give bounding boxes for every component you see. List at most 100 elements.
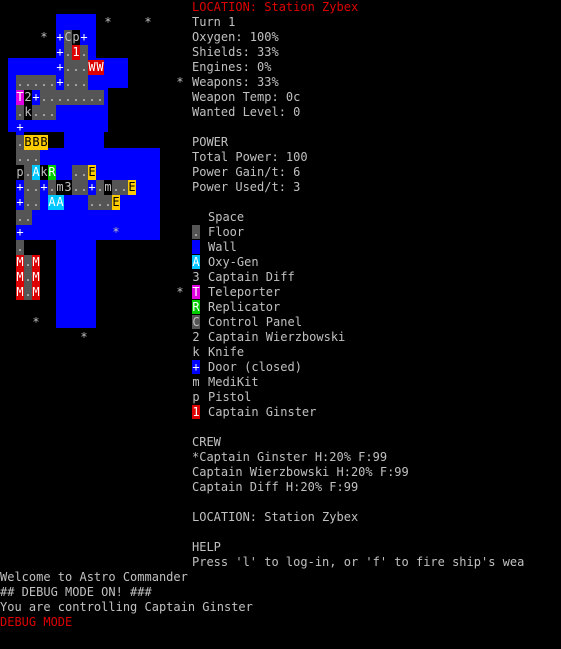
door-icon[interactable]: + (32, 90, 40, 105)
door-icon[interactable]: + (16, 180, 24, 195)
legend-label: MediKit (208, 375, 259, 389)
legend-label: Door (closed) (208, 360, 302, 374)
legend-label: Wall (208, 240, 237, 254)
floor-tile: . (24, 270, 32, 285)
floor-tile: . (72, 165, 80, 180)
replicator-icon: R (192, 300, 200, 314)
captain-wierzbowski-icon: 2 (192, 330, 200, 344)
floor-tile: . (112, 180, 120, 195)
log-line-debug-on: ## DEBUG MODE ON! ### (0, 585, 152, 599)
captain-wierzbowski-icon: 2 (24, 90, 32, 105)
crew-entry-wierzbowski[interactable]: Captain Wierzbowski H:20% F:99 (192, 465, 409, 480)
oxy-gen-icon: A (48, 195, 56, 210)
legend-row: + Door (closed) (192, 360, 302, 375)
door-icon[interactable]: + (16, 225, 24, 240)
floor-tile: . (16, 135, 24, 150)
floor-tile: . (72, 180, 80, 195)
medbay-icon: M (16, 255, 24, 270)
legend-row: 1 Captain Ginster (192, 405, 316, 420)
floor-tile: . (40, 75, 48, 90)
engines-stat: Engines: 0% (192, 60, 272, 74)
total-power-stat: Total Power: 100 (192, 150, 308, 164)
bridge-icon: B (32, 135, 40, 150)
pistol-icon: p (16, 165, 24, 180)
knife-icon: k (192, 345, 200, 359)
legend-row: . Floor (192, 225, 244, 240)
door-icon[interactable]: + (56, 45, 64, 60)
door-icon[interactable]: + (56, 75, 64, 90)
floor-tile: . (64, 60, 72, 75)
turn-counter: Turn 1 (192, 15, 236, 29)
bridge-icon: B (24, 135, 32, 150)
medbay-icon: M (16, 285, 24, 300)
floor-tile: . (40, 90, 48, 105)
floor-tile: . (48, 180, 56, 195)
floor-tile: . (64, 90, 72, 105)
power-used-stat: Power Used/t: 3 (192, 180, 301, 194)
oxygen-stat: Oxygen: 100% (192, 30, 279, 44)
floor-tile: . (104, 195, 112, 210)
crew-entry-ginster[interactable]: *Captain Ginster H:20% F:99 (192, 450, 387, 465)
door-icon[interactable]: + (16, 120, 24, 135)
floor-tile: . (16, 210, 24, 225)
star-icon: * (176, 285, 184, 299)
medikit-icon: m (104, 180, 112, 195)
floor-tile: . (32, 150, 40, 165)
bridge-icon: B (40, 135, 48, 150)
medikit-icon: m (56, 180, 64, 195)
floor-tile: . (24, 285, 32, 300)
floor-tile: . (16, 240, 24, 255)
floor-tile: . (80, 90, 88, 105)
legend-label: Oxy-Gen (208, 255, 259, 269)
wanted-level-stat: Wanted Level: 0 (192, 105, 301, 119)
floor-tile: . (80, 165, 88, 180)
door-icon[interactable]: + (40, 180, 48, 195)
floor-tile: . (64, 45, 72, 60)
weapon-temp-stat: Weapon Temp: 0c (192, 90, 301, 104)
crew-entry-diff[interactable]: Captain Diff H:20% F:99 (192, 480, 358, 495)
power-gain-stat: Power Gain/t: 6 (192, 165, 301, 179)
floor-tile: . (24, 180, 32, 195)
space-icon (192, 210, 200, 224)
floor-tile: . (16, 105, 24, 120)
legend-row: m MediKit (192, 375, 259, 390)
door-icon[interactable]: + (80, 30, 88, 45)
help-text: Press 'l' to log-in, or 'f' to fire ship… (192, 555, 525, 569)
floor-tile: . (88, 195, 96, 210)
captain-ginster-icon: 1 (192, 405, 200, 419)
legend-label: Captain Ginster (208, 405, 317, 419)
floor-icon: . (192, 225, 200, 239)
log-line-debug-mode: DEBUG MODE (0, 615, 73, 629)
door-icon[interactable]: + (56, 60, 64, 75)
floor-tile: . (24, 255, 32, 270)
legend-label: Teleporter (208, 285, 281, 299)
floor-tile: . (72, 75, 80, 90)
floor-tile: . (16, 150, 24, 165)
oxy-gen-icon: A (56, 195, 64, 210)
star-icon: * (32, 315, 40, 329)
floor-tile: . (56, 90, 64, 105)
floor-tile: . (96, 195, 104, 210)
floor-tile: . (24, 75, 32, 90)
pistol-icon: p (72, 30, 80, 45)
knife-icon: k (40, 165, 48, 180)
shields-stat: Shields: 33% (192, 45, 279, 59)
station-map[interactable]: *********+Cp++.1.+...WW.....+...T2+.....… (0, 0, 185, 345)
floor-tile: . (80, 45, 88, 60)
floor-tile: . (80, 75, 88, 90)
wall-icon (192, 240, 200, 254)
star-icon: * (40, 30, 48, 44)
medikit-icon: m (192, 375, 200, 389)
floor-tile: . (32, 75, 40, 90)
legend-label: Floor (208, 225, 245, 239)
floor-tile: . (24, 210, 32, 225)
legend-row: k Knife (192, 345, 244, 360)
floor-tile: . (24, 165, 32, 180)
door-icon[interactable]: + (88, 180, 96, 195)
floor-tile: . (32, 180, 40, 195)
location-footer: LOCATION: Station Zybex (192, 510, 359, 524)
door-icon[interactable]: + (56, 30, 64, 45)
legend-row: Wall (192, 240, 237, 255)
door-icon[interactable]: + (16, 195, 24, 210)
floor-tile: . (24, 150, 32, 165)
